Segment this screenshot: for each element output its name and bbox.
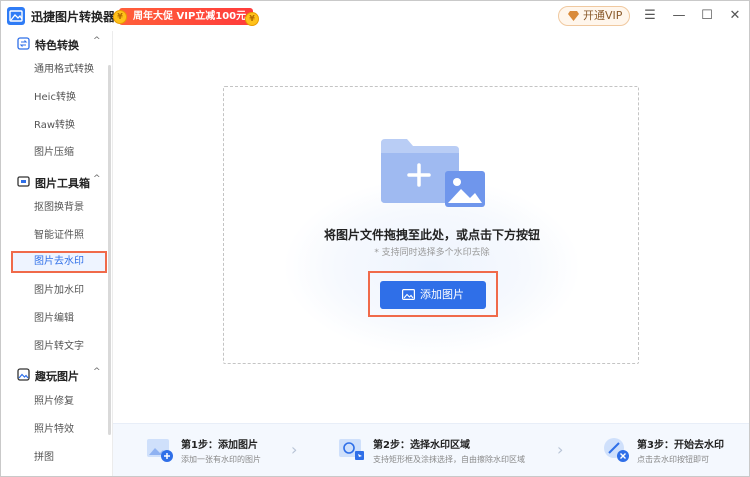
sidebar-item-edit[interactable]: 图片编辑 — [11, 308, 107, 330]
vip-label: 开通VIP — [583, 9, 623, 22]
app-logo-icon — [7, 7, 25, 25]
promo-banner[interactable]: 周年大促 VIP立减100元 ¥ ¥ — [113, 6, 261, 27]
sidebar-item-ocr[interactable]: 图片转文字 — [11, 336, 107, 358]
toolbox-icon — [17, 176, 30, 187]
add-image-highlight: 添加图片 — [368, 271, 498, 317]
convert-icon — [17, 37, 30, 50]
sidebar-group-label: 趣玩图片 — [35, 370, 79, 383]
step-title: 第1步：添加图片 — [181, 440, 258, 451]
sidebar-item-cutout[interactable]: 抠图换背景 — [11, 197, 107, 219]
main-panel: 将图片文件拖拽至此处，或点击下方按钮 * 支持同时选择多个水印去除 添加图片 — [113, 31, 749, 423]
app-title: 迅捷图片转换器 — [31, 10, 116, 24]
app-window: 迅捷图片转换器 周年大促 VIP立减100元 ¥ ¥ 开通VIP ☰ — ☐ ✕… — [0, 0, 750, 477]
sidebar-group-toolbox[interactable]: 图片工具箱 ^ — [1, 171, 108, 193]
step-title: 第3步：开始去水印 — [637, 440, 724, 451]
maximize-icon[interactable]: ☐ — [698, 7, 716, 25]
steps-bar: 第1步：添加图片 添加一张有水印的图片 › 第2步：选择水印区域 支持矩形框及涂… — [113, 423, 749, 476]
image-icon — [17, 368, 30, 381]
drop-zone[interactable]: 将图片文件拖拽至此处，或点击下方按钮 * 支持同时选择多个水印去除 添加图片 — [223, 86, 639, 364]
add-image-button[interactable]: 添加图片 — [380, 281, 486, 309]
sidebar-item-compress[interactable]: 图片压缩 — [11, 142, 107, 164]
diamond-icon — [568, 11, 579, 21]
step-desc: 支持矩形框及涂抹选择，自由擦除水印区域 — [373, 455, 525, 464]
open-vip-button[interactable]: 开通VIP — [558, 6, 630, 26]
add-image-label: 添加图片 — [420, 288, 464, 301]
sidebar-item-raw[interactable]: Raw转换 — [11, 115, 107, 137]
promo-text: 周年大促 VIP立减100元 — [119, 8, 253, 25]
sidebar-item-add-watermark[interactable]: 图片加水印 — [11, 280, 107, 302]
minimize-icon[interactable]: — — [670, 7, 688, 25]
add-image-icon — [147, 439, 173, 462]
sidebar-item-photo-effects[interactable]: 照片特效 — [11, 419, 107, 441]
remove-watermark-icon — [604, 438, 629, 462]
sidebar-item-collage[interactable]: 拼图 — [11, 447, 107, 469]
chevron-right-icon: › — [291, 440, 298, 459]
chevron-up-icon: ^ — [93, 36, 101, 46]
step-title: 第2步：选择水印区域 — [373, 440, 470, 451]
sidebar-group-special-convert[interactable]: 特色转换 ^ — [1, 33, 108, 55]
sidebar-group-label: 图片工具箱 — [35, 177, 90, 190]
menu-icon[interactable]: ☰ — [641, 7, 659, 25]
sidebar-item-remove-watermark[interactable]: 图片去水印 — [11, 251, 107, 273]
chevron-right-icon: › — [557, 440, 564, 459]
coin-icon: ¥ — [245, 12, 259, 26]
folder-add-image-icon — [381, 139, 485, 207]
sidebar-item-id-photo[interactable]: 智能证件照 — [11, 225, 107, 247]
sidebar-group-label: 特色转换 — [35, 39, 79, 52]
sidebar-item-format-convert[interactable]: 通用格式转换 — [11, 59, 107, 81]
chevron-up-icon: ^ — [93, 174, 101, 184]
sidebar-item-heic[interactable]: Heic转换 — [11, 87, 107, 109]
chevron-up-icon: ^ — [93, 367, 101, 377]
picture-icon — [402, 289, 415, 300]
step-desc: 添加一张有水印的图片 — [181, 455, 261, 464]
coin-icon: ¥ — [113, 10, 127, 24]
close-icon[interactable]: ✕ — [726, 7, 744, 25]
sidebar-item-photo-repair[interactable]: 照片修复 — [11, 391, 107, 413]
sidebar-scrollbar[interactable] — [108, 65, 111, 435]
step-desc: 点击去水印按钮即可 — [637, 455, 709, 464]
title-bar: 迅捷图片转换器 周年大促 VIP立减100元 ¥ ¥ 开通VIP ☰ — ☐ ✕ — [1, 1, 749, 31]
drop-zone-hint: * 支持同时选择多个水印去除 — [374, 248, 490, 258]
sidebar: 特色转换 ^ 通用格式转换 Heic转换 Raw转换 图片压缩 图片工具箱 ^ … — [1, 31, 113, 476]
sidebar-group-fun[interactable]: 趣玩图片 ^ — [1, 364, 108, 386]
select-area-icon — [339, 439, 364, 460]
drop-zone-title: 将图片文件拖拽至此处，或点击下方按钮 — [323, 228, 540, 242]
